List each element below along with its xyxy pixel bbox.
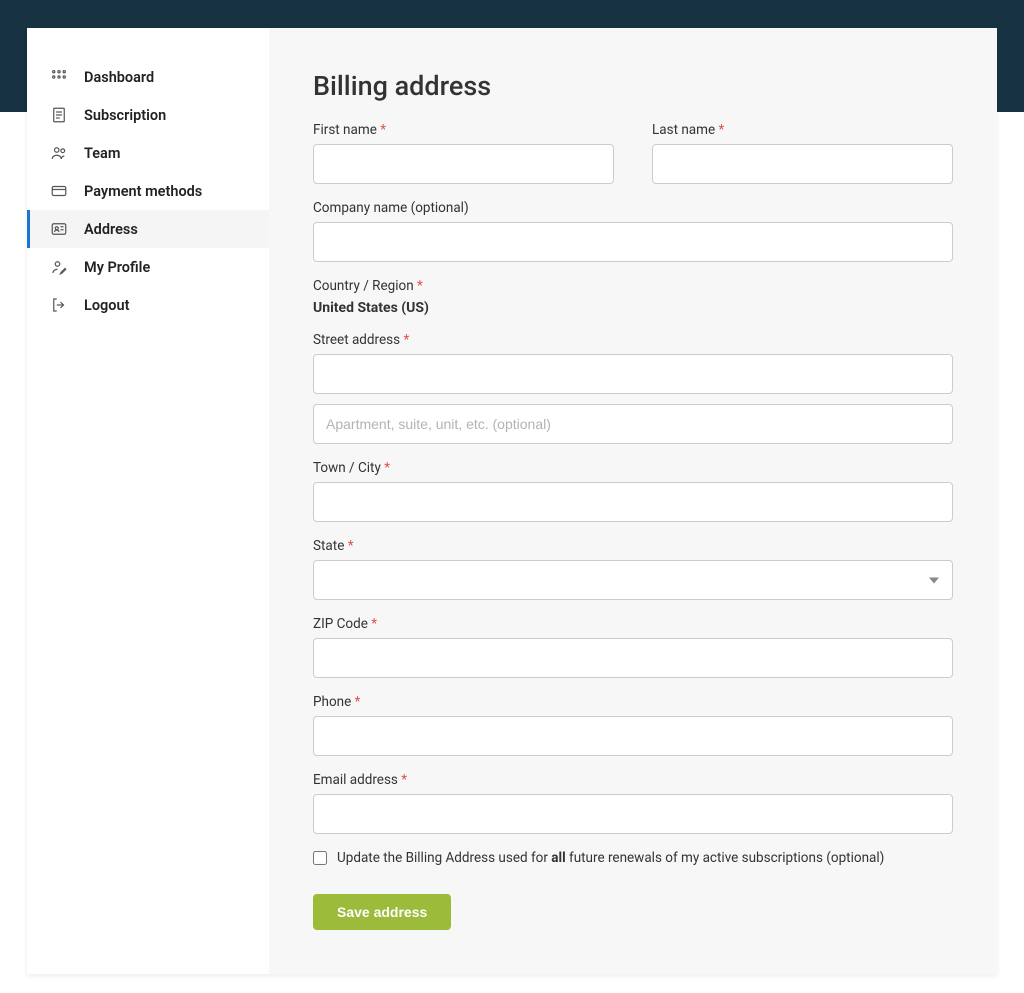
zip-input[interactable] bbox=[313, 638, 953, 678]
user-edit-icon bbox=[50, 258, 68, 276]
sidebar-item-team[interactable]: Team bbox=[27, 134, 269, 172]
company-label: Company name (optional) bbox=[313, 200, 953, 216]
update-subscriptions-checkbox[interactable] bbox=[313, 851, 327, 865]
sidebar-item-logout[interactable]: Logout bbox=[27, 286, 269, 324]
street-group: Street address * bbox=[313, 332, 953, 444]
city-label: Town / City * bbox=[313, 460, 953, 476]
last-name-label: Last name * bbox=[652, 122, 953, 138]
account-panel: Dashboard Subscription Team Payment meth… bbox=[27, 28, 997, 974]
last-name-input[interactable] bbox=[652, 144, 953, 184]
email-group: Email address * bbox=[313, 772, 953, 834]
sidebar-item-subscription[interactable]: Subscription bbox=[27, 96, 269, 134]
update-subscriptions-row: Update the Billing Address used for all … bbox=[313, 850, 953, 866]
sidebar-item-my-profile[interactable]: My Profile bbox=[27, 248, 269, 286]
street-address-2-input[interactable] bbox=[313, 404, 953, 444]
first-name-group: First name * bbox=[313, 122, 614, 184]
sidebar-item-label: My Profile bbox=[84, 259, 150, 276]
save-address-button[interactable]: Save address bbox=[313, 894, 451, 930]
sidebar-item-address[interactable]: Address bbox=[27, 210, 269, 248]
first-name-label: First name * bbox=[313, 122, 614, 138]
country-value: United States (US) bbox=[313, 300, 953, 316]
state-group: State * bbox=[313, 538, 953, 600]
zip-group: ZIP Code * bbox=[313, 616, 953, 678]
credit-card-icon bbox=[50, 182, 68, 200]
sidebar-item-label: Dashboard bbox=[84, 69, 154, 86]
sidebar-item-label: Team bbox=[84, 145, 120, 162]
document-icon bbox=[50, 106, 68, 124]
grid-icon bbox=[50, 68, 68, 86]
city-group: Town / City * bbox=[313, 460, 953, 522]
sidebar-item-label: Subscription bbox=[84, 107, 166, 124]
sidebar-item-dashboard[interactable]: Dashboard bbox=[27, 58, 269, 96]
state-label: State * bbox=[313, 538, 953, 554]
first-name-input[interactable] bbox=[313, 144, 614, 184]
phone-label: Phone * bbox=[313, 694, 953, 710]
sidebar-item-label: Payment methods bbox=[84, 183, 202, 200]
zip-label: ZIP Code * bbox=[313, 616, 953, 632]
account-sidebar: Dashboard Subscription Team Payment meth… bbox=[27, 28, 269, 974]
logout-icon bbox=[50, 296, 68, 314]
country-label: Country / Region * bbox=[313, 278, 953, 294]
page-title: Billing address bbox=[313, 70, 953, 102]
city-input[interactable] bbox=[313, 482, 953, 522]
sidebar-item-label: Logout bbox=[84, 297, 129, 314]
update-subscriptions-label[interactable]: Update the Billing Address used for all … bbox=[337, 850, 884, 866]
street-label: Street address * bbox=[313, 332, 953, 348]
team-icon bbox=[50, 144, 68, 162]
phone-group: Phone * bbox=[313, 694, 953, 756]
sidebar-item-label: Address bbox=[84, 221, 138, 238]
company-group: Company name (optional) bbox=[313, 200, 953, 262]
address-card-icon bbox=[50, 220, 68, 238]
content-area: Billing address First name * Last name *… bbox=[269, 28, 997, 974]
company-input[interactable] bbox=[313, 222, 953, 262]
state-select[interactable] bbox=[313, 560, 953, 600]
country-group: Country / Region * United States (US) bbox=[313, 278, 953, 316]
email-label: Email address * bbox=[313, 772, 953, 788]
sidebar-item-payment-methods[interactable]: Payment methods bbox=[27, 172, 269, 210]
street-address-1-input[interactable] bbox=[313, 354, 953, 394]
last-name-group: Last name * bbox=[652, 122, 953, 184]
phone-input[interactable] bbox=[313, 716, 953, 756]
email-input[interactable] bbox=[313, 794, 953, 834]
